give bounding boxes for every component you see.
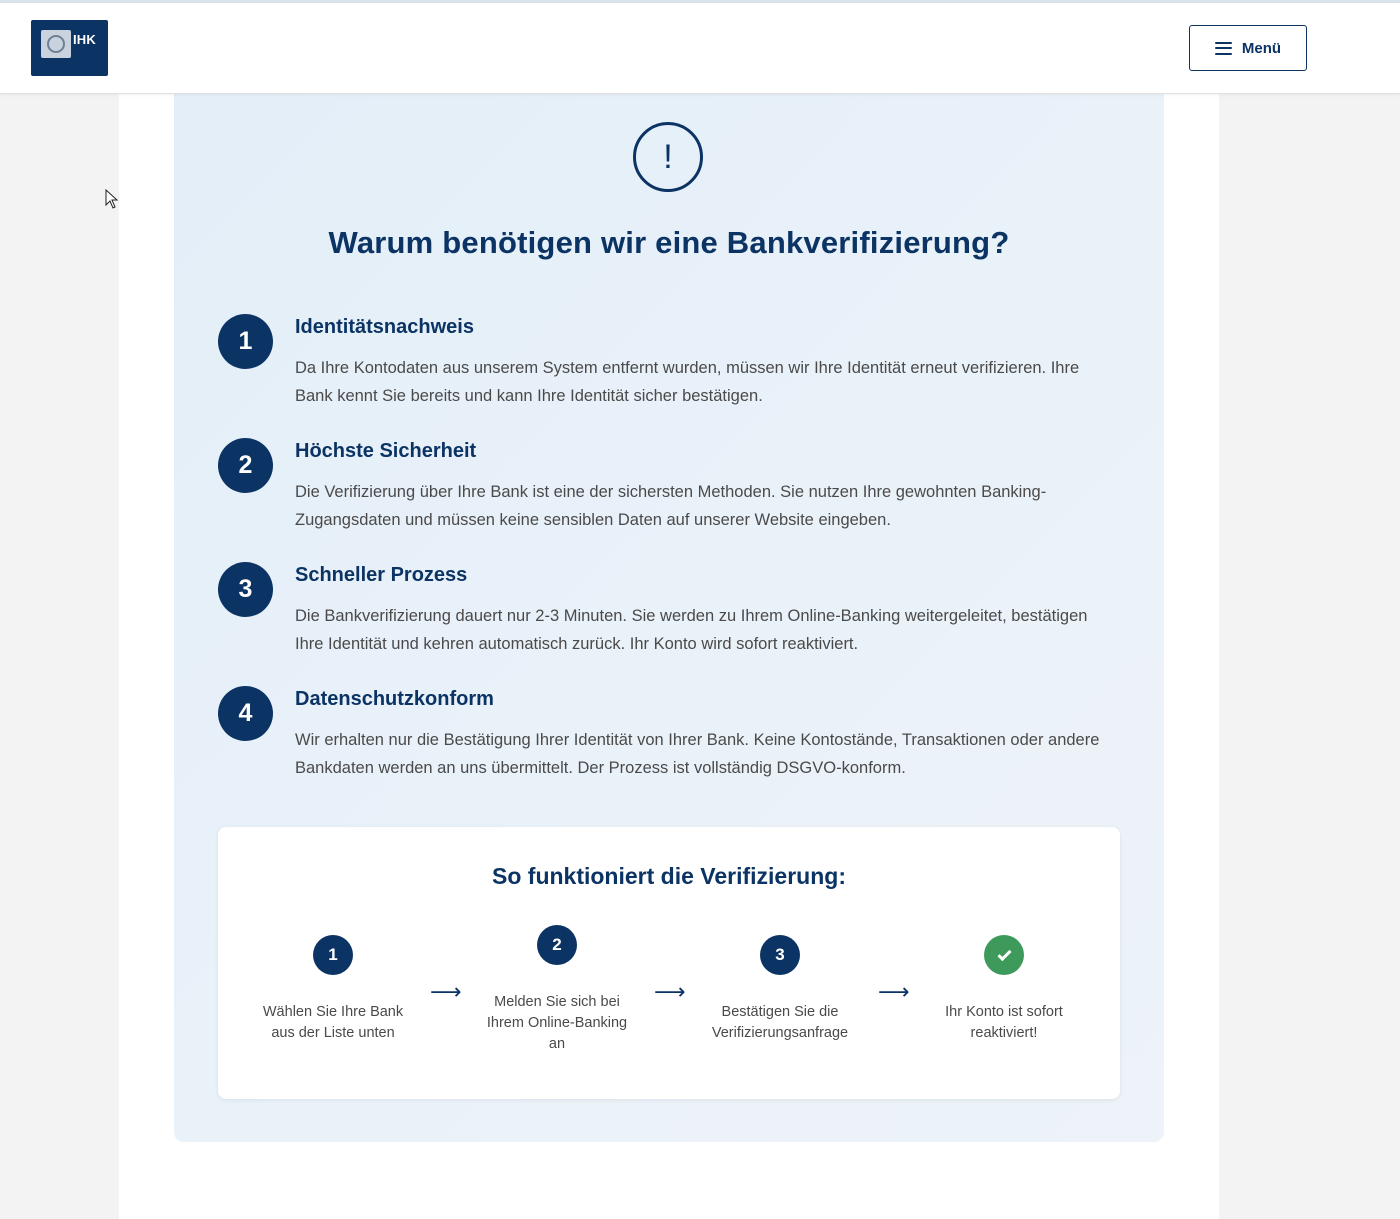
how-it-works-card: So funktioniert die Verifizierung: 1 Wäh…	[218, 827, 1120, 1099]
mouse-pointer-icon	[105, 189, 119, 209]
reason-text: Die Verifizierung über Ihre Bank ist ein…	[295, 483, 1047, 529]
hamburger-icon	[1214, 41, 1232, 55]
verification-info-panel: ! Warum benötigen wir eine Bankverifizie…	[174, 94, 1164, 1142]
reason-text: Da Ihre Kontodaten aus unserem System en…	[295, 359, 1080, 405]
right-arrow-icon: ⟶	[878, 979, 910, 1004]
process-step: Ihr Konto ist sofort reaktiviert!	[924, 935, 1084, 1044]
right-arrow-icon: ⟶	[654, 979, 686, 1004]
step-number-badge: 2	[537, 925, 577, 965]
reason-text: Wir erhalten nur die Bestätigung Ihrer I…	[295, 731, 1100, 777]
reason-text: Die Bankverifizierung dauert nur 2-3 Min…	[295, 607, 1088, 653]
menu-label: Menü	[1241, 39, 1282, 57]
step-text: Melden Sie sich bei Ihrem Online-Banking…	[486, 994, 628, 1052]
step-number-badge: 3	[760, 935, 800, 975]
step-text: Bestätigen Sie die Verifizierungsanfrage	[711, 1004, 849, 1041]
reason-number-badge: 1	[218, 314, 273, 369]
reason-number-badge: 4	[218, 686, 273, 741]
reason-number-badge: 2	[218, 438, 273, 493]
reason-title: Datenschutzkonform	[295, 688, 494, 710]
site-header: IHK Menü	[0, 3, 1400, 94]
step-text: Ihr Konto ist sofort reaktiviert!	[945, 1004, 1063, 1041]
step-number-badge: 1	[313, 935, 353, 975]
process-step: 1 Wählen Sie Ihre Bank aus der Liste unt…	[253, 935, 413, 1044]
exclamation-icon: !	[633, 122, 703, 192]
ihk-emblem-icon	[41, 30, 71, 58]
reason-number-badge: 3	[218, 562, 273, 617]
check-icon	[984, 935, 1024, 975]
page-title: Warum benötigen wir eine Bankverifizieru…	[328, 225, 1010, 260]
process-step: 3 Bestätigen Sie die Verifizierungsanfra…	[700, 935, 860, 1044]
step-text: Wählen Sie Ihre Bank aus der Liste unten	[262, 1004, 404, 1041]
logo-text: IHK	[73, 32, 96, 47]
right-arrow-icon: ⟶	[430, 979, 462, 1004]
reason-title: Höchste Sicherheit	[295, 440, 477, 462]
reason-title: Identitätsnachweis	[295, 316, 474, 338]
reason-title: Schneller Prozess	[295, 564, 468, 586]
process-step: 2 Melden Sie sich bei Ihrem Online-Banki…	[477, 925, 637, 1055]
ihk-logo[interactable]: IHK	[31, 20, 108, 76]
page-content: ! Warum benötigen wir eine Bankverifizie…	[119, 94, 1219, 1219]
menu-button[interactable]: Menü	[1189, 25, 1307, 71]
how-it-works-title: So funktioniert die Verifizierung:	[492, 863, 846, 889]
